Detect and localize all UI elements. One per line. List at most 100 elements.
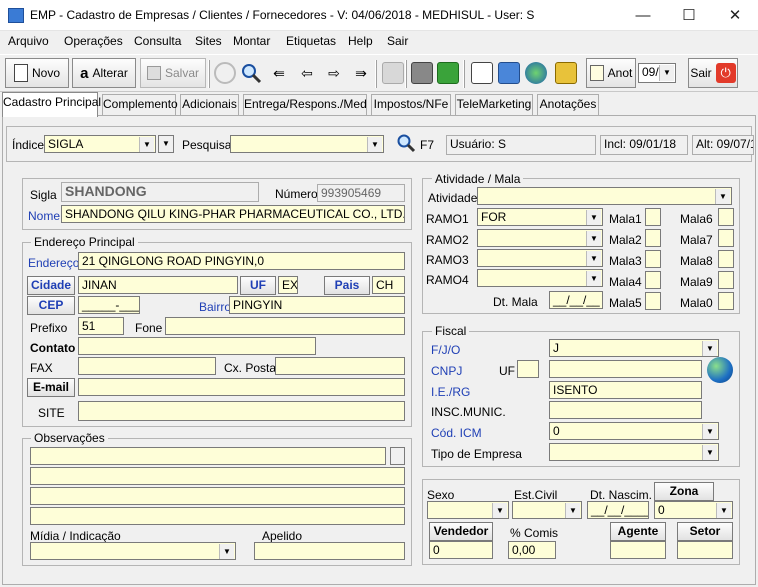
alterar-button[interactable]: a Alterar bbox=[72, 58, 136, 88]
email-button[interactable]: E-mail bbox=[27, 378, 75, 397]
comis-field[interactable]: 0,00 bbox=[508, 541, 556, 559]
icm-select[interactable]: 0 ▼ bbox=[549, 422, 719, 440]
observacoes-line-2[interactable] bbox=[30, 467, 405, 485]
agente-button[interactable]: Agente bbox=[610, 522, 666, 541]
cxpostal-field[interactable] bbox=[275, 357, 405, 375]
cep-field[interactable]: _____-___ bbox=[78, 296, 140, 314]
nome-field[interactable]: SHANDONG QILU KING-PHAR PHARMACEUTICAL C… bbox=[61, 205, 405, 223]
vendedor-field[interactable]: 0 bbox=[429, 541, 493, 559]
setor-field[interactable] bbox=[677, 541, 733, 559]
tab-complemento[interactable]: Complemento bbox=[102, 94, 178, 115]
pais-button[interactable]: Pais bbox=[324, 276, 370, 295]
tipo-select[interactable]: ▼ bbox=[549, 443, 719, 461]
indice-select[interactable]: SIGLA ▼ bbox=[44, 135, 156, 153]
zona-select[interactable]: 0 ▼ bbox=[654, 501, 733, 519]
contato-field[interactable] bbox=[78, 337, 316, 355]
previous-record-icon[interactable]: ⇦ bbox=[296, 62, 318, 84]
salvar-button[interactable]: Salvar bbox=[140, 58, 206, 88]
cep-button[interactable]: CEP bbox=[27, 296, 75, 315]
anot-button[interactable]: Anot bbox=[586, 58, 636, 88]
search-icon[interactable] bbox=[240, 62, 262, 84]
highlighter-icon[interactable] bbox=[437, 62, 459, 84]
novo-button[interactable]: Novo bbox=[5, 58, 69, 88]
tab-cadastro-principal[interactable]: Cadastro Principal bbox=[2, 92, 101, 117]
minimize-button[interactable]: — bbox=[620, 0, 666, 31]
ramo4-select[interactable]: ▼ bbox=[477, 269, 603, 287]
mala3-field[interactable] bbox=[645, 250, 661, 268]
email-field[interactable] bbox=[78, 378, 405, 396]
mala6-field[interactable] bbox=[718, 208, 734, 226]
menu-montar[interactable]: Montar bbox=[233, 34, 270, 48]
site-field[interactable] bbox=[78, 401, 405, 421]
tab-adicionais[interactable]: Adicionais bbox=[180, 94, 239, 115]
fone-field[interactable] bbox=[165, 317, 405, 335]
uf-field[interactable]: EX bbox=[278, 276, 298, 294]
menu-sair[interactable]: Sair bbox=[387, 34, 408, 48]
mala0-field[interactable] bbox=[718, 292, 734, 310]
gift-icon[interactable] bbox=[555, 62, 577, 84]
close-button[interactable]: ✕ bbox=[712, 0, 758, 31]
menu-sites[interactable]: Sites bbox=[195, 34, 222, 48]
copy-records-icon[interactable] bbox=[498, 62, 520, 84]
ramo3-select[interactable]: ▼ bbox=[477, 249, 603, 267]
menu-etiquetas[interactable]: Etiquetas bbox=[286, 34, 336, 48]
fjo-select[interactable]: J ▼ bbox=[549, 339, 719, 357]
sair-button[interactable]: Sair ⏻ bbox=[688, 58, 738, 88]
tab-impostos[interactable]: Impostos/NFe bbox=[371, 94, 451, 115]
numero-field[interactable]: 993905469 bbox=[317, 184, 405, 202]
last-record-icon[interactable]: ⇛ bbox=[350, 62, 372, 84]
search-icon[interactable] bbox=[396, 133, 416, 153]
notepad-icon[interactable] bbox=[471, 62, 493, 84]
tab-entrega[interactable]: Entrega/Respons./Med bbox=[243, 94, 367, 115]
uf-button[interactable]: UF bbox=[240, 276, 276, 295]
zona-button[interactable]: Zona bbox=[654, 482, 714, 501]
observacoes-line-3[interactable] bbox=[30, 487, 405, 505]
dtnasc-field[interactable]: __/__/____ bbox=[587, 501, 649, 519]
menu-help[interactable]: Help bbox=[348, 34, 373, 48]
dtmala-field[interactable]: __/__/__ bbox=[549, 291, 603, 309]
ramo1-select[interactable]: FOR ▼ bbox=[477, 208, 603, 226]
ie-field[interactable]: ISENTO bbox=[549, 381, 702, 399]
globe-icon[interactable] bbox=[525, 62, 547, 84]
midia-select[interactable]: ▼ bbox=[30, 542, 236, 560]
estcivil-select[interactable]: ▼ bbox=[512, 501, 582, 519]
apelido-field[interactable] bbox=[254, 542, 405, 560]
fiscal-uf-field[interactable] bbox=[517, 360, 539, 378]
cnpj-field[interactable] bbox=[549, 360, 702, 378]
observacoes-scroll[interactable] bbox=[390, 447, 405, 465]
next-record-icon[interactable]: ⇨ bbox=[323, 62, 345, 84]
atividade-select[interactable]: ▼ bbox=[477, 187, 732, 205]
mala8-field[interactable] bbox=[718, 250, 734, 268]
ramo2-select[interactable]: ▼ bbox=[477, 229, 603, 247]
maximize-button[interactable]: ☐ bbox=[666, 0, 712, 31]
page-select[interactable]: 09/ ▼ bbox=[638, 63, 676, 83]
prefixo-field[interactable]: 51 bbox=[78, 317, 124, 335]
chevron-down-icon[interactable]: ▼ bbox=[158, 135, 174, 153]
first-record-icon[interactable]: ⇚ bbox=[268, 62, 290, 84]
observacoes-line-4[interactable] bbox=[30, 507, 405, 525]
pesquisa-input[interactable]: ▼ bbox=[230, 135, 384, 153]
cidade-button[interactable]: Cidade bbox=[27, 276, 75, 295]
insc-field[interactable] bbox=[549, 401, 702, 419]
fax-field[interactable] bbox=[78, 357, 216, 375]
cancel-icon[interactable] bbox=[214, 62, 236, 84]
bairro-field[interactable]: PINGYIN bbox=[229, 296, 405, 314]
printer-icon[interactable] bbox=[411, 62, 433, 84]
pais-field[interactable]: CH bbox=[372, 276, 405, 294]
mala5-field[interactable] bbox=[645, 292, 661, 310]
menu-operacoes[interactable]: Operações bbox=[64, 34, 123, 48]
mala9-field[interactable] bbox=[718, 271, 734, 289]
vendedor-button[interactable]: Vendedor bbox=[429, 522, 493, 541]
tab-anotacoes[interactable]: Anotações bbox=[537, 94, 599, 115]
mala1-field[interactable] bbox=[645, 208, 661, 226]
trash-icon[interactable] bbox=[382, 62, 404, 84]
menu-arquivo[interactable]: Arquivo bbox=[8, 34, 49, 48]
observacoes-line-1[interactable] bbox=[30, 447, 386, 465]
endereco-field[interactable]: 21 QINGLONG ROAD PINGYIN,0 bbox=[78, 252, 405, 270]
mala2-field[interactable] bbox=[645, 229, 661, 247]
tab-telemarketing[interactable]: TeleMarketing bbox=[455, 94, 533, 115]
mala7-field[interactable] bbox=[718, 229, 734, 247]
sexo-select[interactable]: ▼ bbox=[427, 501, 509, 519]
menu-consulta[interactable]: Consulta bbox=[134, 34, 181, 48]
sigla-field[interactable]: SHANDONG bbox=[61, 182, 259, 202]
